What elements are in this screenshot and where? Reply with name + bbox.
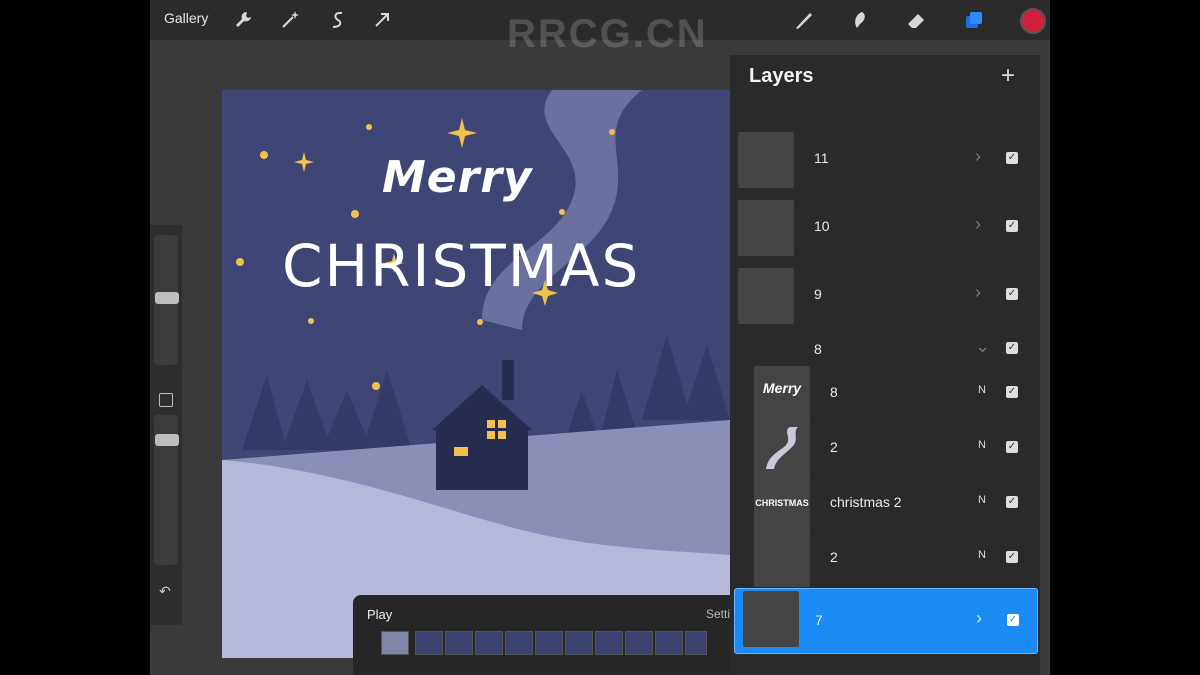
layer-group-row[interactable]: 8 ⌄ ✓	[730, 328, 1040, 368]
watermark-text: RRCG.CN	[507, 12, 708, 56]
visibility-checkbox[interactable]: ✓	[1006, 152, 1018, 164]
chevron-down-icon[interactable]: ⌄	[975, 336, 990, 357]
visibility-checkbox[interactable]: ✓	[1006, 551, 1018, 563]
layers-icon[interactable]	[962, 8, 986, 32]
top-toolbar: Gallery RRCG.CN	[150, 0, 1050, 56]
add-layer-button[interactable]: +	[1001, 62, 1015, 90]
brush-size-knob[interactable]	[155, 292, 179, 304]
timeline-frame[interactable]	[505, 631, 533, 655]
play-button[interactable]: Play	[367, 607, 392, 622]
timeline-frame[interactable]	[415, 631, 443, 655]
timeline-frame[interactable]	[655, 631, 683, 655]
timeline-frame[interactable]	[595, 631, 623, 655]
layer-row-selected[interactable]: 7 › ✓	[734, 588, 1038, 654]
layer-name: 2	[830, 549, 838, 565]
gallery-button[interactable]: Gallery	[164, 10, 208, 26]
layer-thumbnail	[738, 200, 794, 256]
thumbnail-text: Merry	[762, 380, 802, 396]
layer-thumbnail: CHRISTMAS	[754, 476, 810, 532]
layer-thumbnail: Merry	[754, 366, 810, 422]
chevron-right-icon[interactable]: ›	[975, 146, 981, 167]
layer-name: 11	[814, 150, 829, 166]
layer-row[interactable]: CHRISTMAS christmas 2 N ✓	[730, 474, 1040, 534]
layer-thumbnail	[754, 421, 810, 477]
chevron-right-icon[interactable]: ›	[976, 608, 982, 629]
settings-button[interactable]: Settings	[706, 607, 730, 621]
transform-icon[interactable]	[370, 8, 394, 32]
left-sidebar: ↶	[150, 225, 182, 625]
chevron-right-icon[interactable]: ›	[975, 282, 981, 303]
visibility-checkbox[interactable]: ✓	[1006, 441, 1018, 453]
timeline-frame[interactable]	[685, 631, 707, 655]
visibility-checkbox[interactable]: ✓	[1006, 342, 1018, 354]
layers-title: Layers	[749, 65, 814, 87]
layers-panel: Layers + 11 › ✓ 10 › ✓ 9 › ✓ 8 ⌄ ✓ Merry	[730, 55, 1040, 675]
visibility-checkbox[interactable]: ✓	[1006, 496, 1018, 508]
layer-name: 7	[815, 612, 823, 628]
layer-thumbnail	[738, 268, 794, 324]
modify-button[interactable]	[159, 393, 173, 407]
layer-thumbnail	[738, 132, 794, 188]
brush-icon[interactable]	[792, 8, 816, 32]
layer-name: 10	[814, 218, 830, 234]
christmas-text: CHRISTMAS	[282, 232, 641, 300]
timeline-frame[interactable]	[625, 631, 653, 655]
magic-wand-icon[interactable]	[278, 8, 302, 32]
timeline-frame[interactable]	[535, 631, 563, 655]
selection-icon[interactable]	[326, 8, 350, 32]
chevron-right-icon[interactable]: ›	[975, 214, 981, 235]
timeline-frame[interactable]	[565, 631, 593, 655]
visibility-checkbox[interactable]: ✓	[1006, 220, 1018, 232]
eraser-icon[interactable]	[904, 8, 928, 32]
timeline-frame[interactable]	[381, 631, 409, 655]
layer-row[interactable]: 2 N ✓	[730, 529, 1040, 589]
undo-icon[interactable]: ↶	[159, 583, 171, 600]
artwork-canvas[interactable]: Merry CHRISTMAS	[222, 90, 730, 658]
layer-name: 8	[830, 384, 838, 400]
thumbnail-text: CHRISTMAS	[755, 498, 809, 508]
timeline-frame[interactable]	[475, 631, 503, 655]
timeline-frame[interactable]	[445, 631, 473, 655]
smoke-thumbnail	[766, 427, 798, 469]
blend-mode-label[interactable]: N	[978, 384, 986, 396]
smudge-icon[interactable]	[848, 8, 872, 32]
layer-row[interactable]: 10 › ✓	[730, 198, 1040, 258]
layer-name: 9	[814, 286, 822, 302]
opacity-knob[interactable]	[155, 434, 179, 446]
visibility-checkbox[interactable]: ✓	[1006, 386, 1018, 398]
layer-name: 2	[830, 439, 838, 455]
layer-name: 8	[814, 341, 822, 357]
color-picker-button[interactable]	[1020, 8, 1046, 34]
layer-row[interactable]: 11 › ✓	[730, 130, 1040, 190]
animation-assist-bar: Play Settings	[353, 595, 730, 675]
layer-row[interactable]: 9 › ✓	[730, 266, 1040, 326]
visibility-checkbox[interactable]: ✓	[1006, 288, 1018, 300]
layer-thumbnail	[743, 591, 799, 647]
visibility-checkbox[interactable]: ✓	[1007, 614, 1019, 626]
layer-name: christmas 2	[830, 494, 902, 510]
wrench-icon[interactable]	[232, 8, 256, 32]
procreate-app: Gallery RRCG.CN ↶ Merry CHRISTMAS Layers…	[150, 0, 1050, 675]
blend-mode-label[interactable]: N	[978, 549, 986, 561]
layer-thumbnail	[754, 531, 810, 587]
blend-mode-label[interactable]: N	[978, 439, 986, 451]
blend-mode-label[interactable]: N	[978, 494, 986, 506]
layer-row[interactable]: 2 N ✓	[730, 419, 1040, 479]
merry-text: Merry	[382, 152, 533, 203]
layer-row[interactable]: Merry 8 N ✓	[730, 364, 1040, 424]
